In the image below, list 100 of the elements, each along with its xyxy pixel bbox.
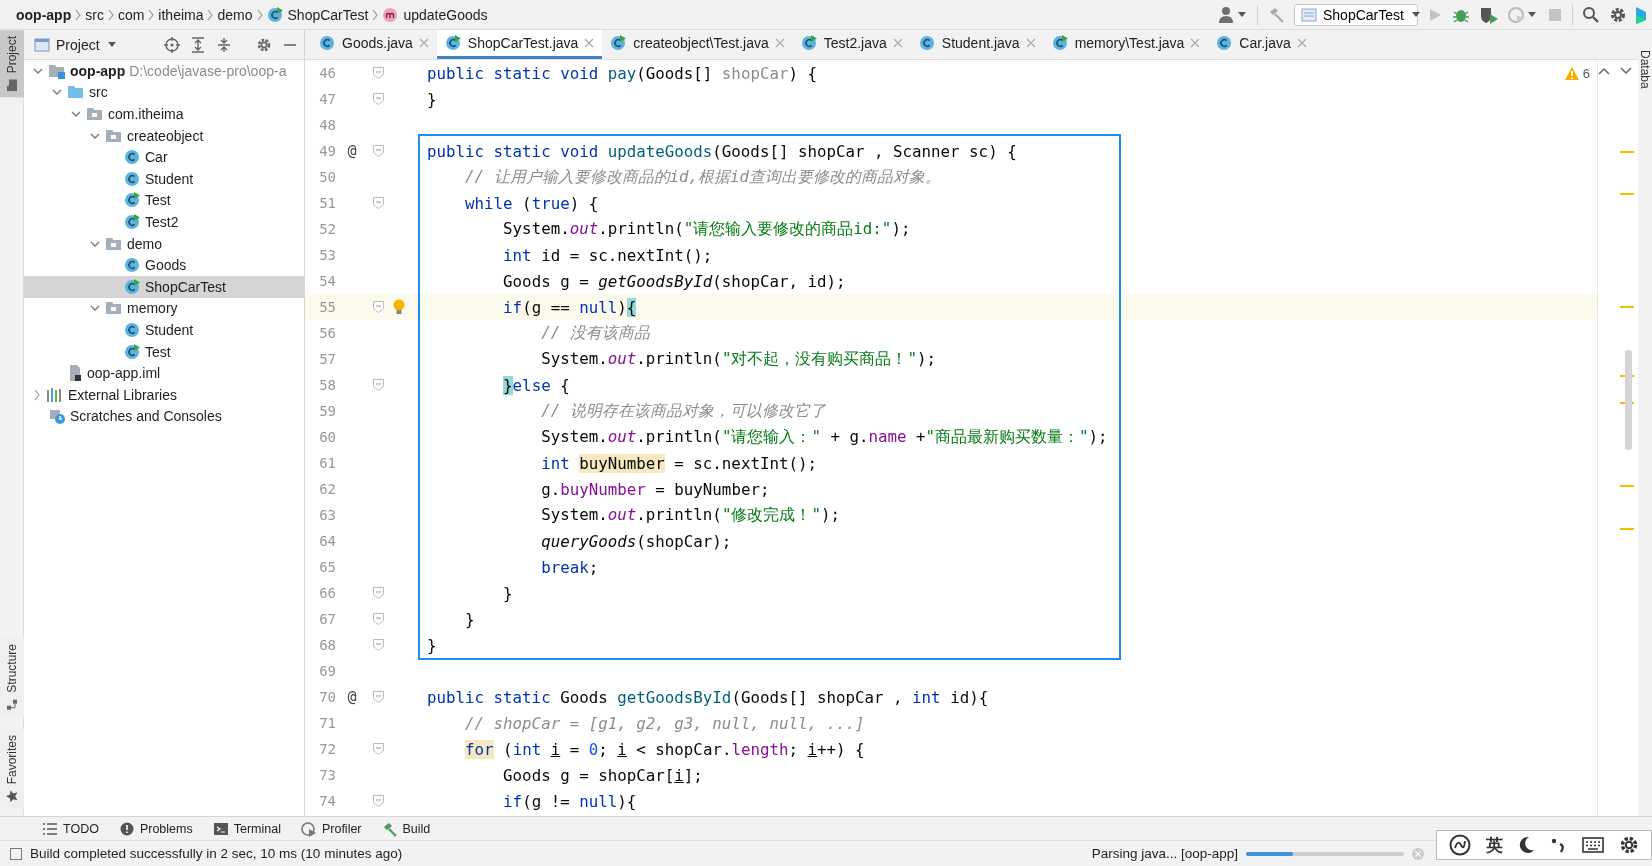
editor-tab[interactable]: Student.java: [910, 30, 1044, 59]
tree-item[interactable]: oop-app D:\code\javase-pro\oop-a: [24, 60, 304, 82]
breadcrumb-item[interactable]: demo: [215, 6, 255, 23]
tree-item[interactable]: memory: [24, 297, 304, 320]
line-number: 61: [318, 455, 336, 471]
run-config-dropdown[interactable]: ShopCarTest: [1294, 3, 1418, 26]
search-icon[interactable]: [1582, 5, 1600, 24]
settings-icon[interactable]: [1619, 835, 1640, 855]
tree-item[interactable]: Goods: [24, 254, 304, 276]
tree-item[interactable]: oop-app.iml: [24, 362, 304, 384]
profiler-icon[interactable]: [1508, 5, 1526, 24]
editor-tab[interactable]: createobject\Test.java: [602, 30, 793, 59]
fold-marker-icon[interactable]: [372, 743, 384, 755]
editor-tab[interactable]: Test2.java: [792, 30, 911, 59]
breadcrumb-item[interactable]: com: [115, 6, 147, 23]
input-mode-toggle[interactable]: 英: [1486, 833, 1504, 857]
tree-item[interactable]: Student: [24, 319, 304, 341]
fold-marker-icon[interactable]: [372, 379, 384, 391]
tree-item[interactable]: demo: [24, 232, 304, 255]
collapse-all-icon[interactable]: [216, 36, 232, 53]
tool-window-tab[interactable]: Problems: [110, 820, 201, 837]
list-icon: [42, 820, 58, 837]
breadcrumb-item[interactable]: oop-app: [14, 6, 74, 23]
project-view-dropdown[interactable]: Project: [34, 36, 118, 53]
fold-marker-icon[interactable]: [372, 587, 384, 599]
code-line: }else {: [502, 375, 570, 395]
gutter-mark[interactable]: @: [347, 142, 357, 160]
close-icon[interactable]: [1190, 38, 1201, 48]
expand-all-icon[interactable]: [190, 36, 206, 53]
app-logo-icon[interactable]: [1636, 4, 1646, 25]
fold-marker-icon[interactable]: [372, 145, 384, 157]
class-run-icon: [444, 34, 462, 52]
close-icon[interactable]: [1025, 38, 1036, 48]
editor-tab[interactable]: memory\Test.java: [1043, 30, 1209, 59]
breadcrumb-item[interactable]: src: [83, 6, 106, 23]
code-line: System.out.println("请您输入要修改的商品id:");: [502, 218, 911, 240]
shield-play-icon[interactable]: [1479, 5, 1499, 24]
editor-tab[interactable]: ShopCarTest.java: [436, 30, 603, 59]
close-icon[interactable]: [418, 38, 429, 48]
scrollbar-thumb[interactable]: [1625, 350, 1632, 450]
locate-icon[interactable]: [164, 36, 180, 53]
fold-marker-icon[interactable]: [372, 639, 384, 651]
tool-window-tab[interactable]: TODO: [34, 820, 107, 837]
keyboard-icon[interactable]: [1581, 837, 1604, 853]
user-icon[interactable]: [1218, 5, 1236, 24]
editor-tab[interactable]: Car.java: [1208, 30, 1315, 59]
close-icon[interactable]: [1296, 38, 1307, 48]
tree-item[interactable]: src: [24, 81, 304, 104]
tool-window-tab[interactable]: Profiler: [292, 820, 370, 837]
code-line: if(g == null){: [502, 297, 637, 317]
fold-marker-icon[interactable]: [372, 197, 384, 209]
config-file-icon: [1301, 6, 1317, 23]
background-task[interactable]: Parsing java... [oop-app]: [1091, 846, 1238, 861]
gutter-mark[interactable]: @: [347, 688, 357, 706]
code-line: // 说明存在该商品对象，可以修改它了: [540, 400, 826, 422]
fold-marker-icon[interactable]: [372, 795, 384, 807]
caret-icon: [1411, 12, 1420, 17]
line-number: 46: [318, 65, 336, 81]
close-icon[interactable]: [892, 38, 903, 48]
status-message[interactable]: Build completed successfully in 2 sec, 10 ms (10 minutes ago): [30, 846, 403, 861]
tree-item[interactable]: Car: [24, 146, 304, 168]
tree-item[interactable]: Student: [24, 167, 304, 190]
ime-logo-icon[interactable]: [1448, 834, 1471, 856]
cancel-icon[interactable]: [1412, 847, 1424, 860]
fold-marker-icon[interactable]: [372, 691, 384, 703]
line-number: 63: [318, 507, 336, 523]
file-icon: [67, 364, 83, 383]
fold-marker-icon[interactable]: [372, 301, 384, 313]
line-number: 70: [318, 689, 336, 705]
close-icon[interactable]: [584, 38, 595, 48]
tool-window-tab[interactable]: Terminal: [204, 820, 289, 837]
tool-window-tab[interactable]: Project: [0, 30, 24, 98]
tool-window-tab[interactable]: Build: [373, 820, 439, 837]
tree-item[interactable]: Scratches and Consoles: [24, 405, 304, 428]
tree-item[interactable]: Test: [24, 189, 304, 212]
settings-icon[interactable]: [1609, 5, 1627, 24]
editor-tab[interactable]: Goods.java: [311, 30, 437, 59]
tree-item[interactable]: com.itheima: [24, 103, 304, 125]
bulb-icon[interactable]: [393, 299, 405, 315]
breadcrumb-item[interactable]: ShopCarTest: [264, 5, 371, 24]
tree-item[interactable]: ShopCarTest: [24, 275, 304, 298]
line-number: 56: [318, 325, 336, 341]
fold-marker-icon[interactable]: [372, 93, 384, 105]
tree-item[interactable]: External Libraries: [24, 383, 304, 406]
tree-item[interactable]: Test: [24, 340, 304, 363]
line-number: 67: [318, 611, 336, 627]
fold-marker-icon[interactable]: [372, 67, 384, 79]
close-icon[interactable]: [774, 38, 785, 48]
breadcrumb-item[interactable]: updateGoods: [380, 5, 490, 24]
fold-marker-icon[interactable]: [372, 613, 384, 625]
punctuation-icon[interactable]: [1550, 836, 1567, 854]
code-line: for (int i = 0; i < shopCar.length; i++) {: [464, 739, 865, 759]
tree-item[interactable]: createobject: [24, 124, 304, 147]
status-square-icon[interactable]: [10, 847, 22, 860]
tree-item[interactable]: Test2: [24, 211, 304, 233]
breadcrumb-item[interactable]: itheima: [156, 6, 206, 23]
warning-counter[interactable]: 6: [1564, 66, 1590, 81]
moon-icon[interactable]: [1518, 836, 1535, 854]
line-number: 47: [318, 91, 336, 107]
tool-window-tab[interactable]: Databa: [1638, 30, 1652, 89]
